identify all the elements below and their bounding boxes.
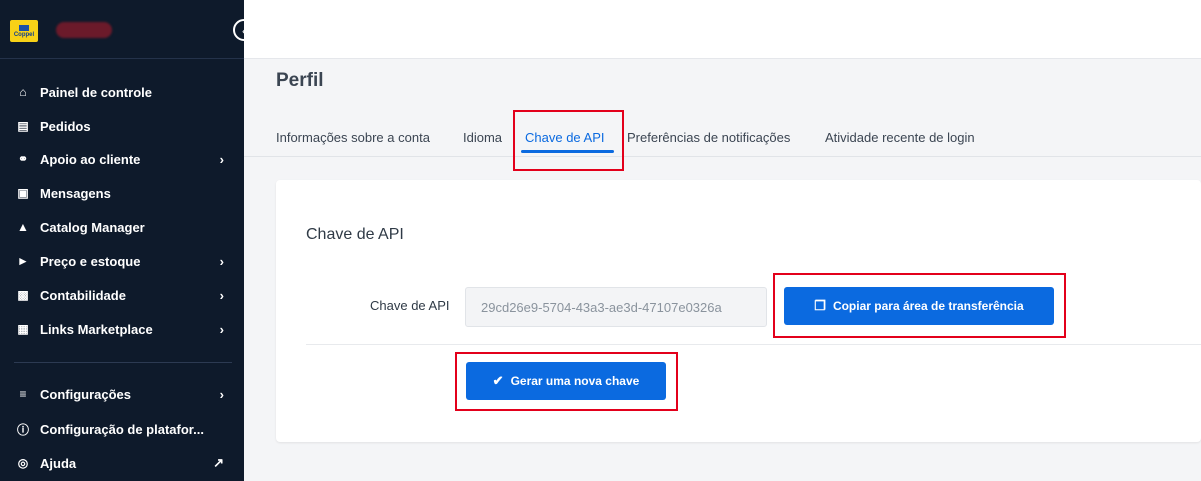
sidebar-item-label: Configuração de platafor... — [40, 421, 204, 437]
sidebar-item-label: Catalog Manager — [40, 219, 145, 235]
document-icon: ▩ — [17, 288, 29, 302]
sidebar-item-label: Preço e estoque — [40, 253, 141, 269]
chevron-right-icon: › — [219, 321, 224, 337]
sidebar-item-label: Apoio ao cliente — [40, 151, 141, 167]
sidebar-item-configuracoes[interactable]: ≡ Configurações › — [14, 383, 224, 405]
home-icon: ⌂ — [19, 85, 27, 99]
sidebar: Coppel ⌂ Painel de controle ▤ Pedidos ⚭ … — [0, 0, 244, 481]
sidebar-item-label: Painel de controle — [40, 84, 152, 100]
sidebar-item-links[interactable]: ▦ Links Marketplace › — [14, 318, 224, 340]
coppel-logo[interactable]: Coppel — [10, 20, 38, 42]
chevron-right-icon: › — [219, 253, 224, 269]
chevron-right-icon: › — [219, 287, 224, 303]
external-link-icon: ↗ — [213, 455, 224, 470]
sidebar-item-painel[interactable]: ⌂ Painel de controle — [14, 81, 224, 103]
info-icon: ⓘ — [16, 422, 29, 437]
chat-icon: ▣ — [17, 186, 29, 200]
api-key-label: Chave de API — [370, 298, 450, 313]
sidebar-item-contabilidade[interactable]: ▩ Contabilidade › — [14, 284, 224, 306]
clipboard-icon: ▤ — [17, 119, 29, 133]
sidebar-item-plataforma[interactable]: ⓘ Configuração de platafor... — [14, 418, 224, 440]
api-key-field[interactable]: 29cd26e9-5704-43a3-ae3d-47107e0326a — [465, 287, 767, 327]
card-title: Chave de API — [306, 226, 404, 243]
top-bar — [244, 0, 1201, 59]
hierarchy-icon: ▲ — [17, 220, 29, 234]
sidebar-item-pedidos[interactable]: ▤ Pedidos — [14, 115, 224, 137]
lifebuoy-icon: ◎ — [17, 456, 29, 470]
sidebar-item-ajuda[interactable]: ◎ Ajuda ↗ — [14, 452, 224, 474]
store-name-redacted — [56, 22, 112, 38]
sidebar-divider-top — [0, 58, 244, 59]
tab-idioma[interactable]: Idioma — [463, 130, 502, 145]
chevron-right-icon: › — [219, 151, 224, 167]
tag-icon: ► — [17, 254, 29, 268]
sidebar-item-mensagens[interactable]: ▣ Mensagens — [14, 182, 224, 204]
page-title: Perfil — [276, 70, 324, 91]
tab-atividade[interactable]: Atividade recente de login — [825, 130, 975, 145]
highlight-box-tab — [513, 110, 624, 171]
sidebar-item-label: Configurações — [40, 386, 132, 402]
logo-text: Coppel — [13, 31, 35, 38]
tab-informacoes[interactable]: Informações sobre a conta — [276, 130, 430, 145]
highlight-box-copy — [773, 273, 1066, 338]
sidebar-item-label: Pedidos — [40, 118, 91, 134]
form-divider — [306, 344, 1201, 345]
sidebar-item-apoio[interactable]: ⚭ Apoio ao cliente › — [14, 148, 224, 170]
headset-icon: ⚭ — [17, 152, 29, 166]
grid-icon: ▦ — [17, 322, 29, 336]
sidebar-item-label: Contabilidade — [40, 287, 126, 303]
sidebar-item-label: Ajuda — [40, 455, 77, 471]
sidebar-item-label: Mensagens — [40, 185, 111, 201]
sidebar-item-catalog[interactable]: ▲ Catalog Manager — [14, 216, 224, 238]
tab-preferencias[interactable]: Preferências de notificações — [627, 130, 790, 145]
sidebar-item-preco[interactable]: ► Preço e estoque › — [14, 250, 224, 272]
tabs-divider — [244, 156, 1201, 157]
sidebar-divider — [14, 362, 232, 363]
sliders-icon: ≡ — [19, 387, 27, 401]
highlight-box-generate — [455, 352, 678, 411]
chevron-right-icon: › — [219, 386, 224, 402]
sidebar-item-label: Links Marketplace — [40, 321, 153, 337]
api-key-value: 29cd26e9-5704-43a3-ae3d-47107e0326a — [481, 299, 722, 315]
